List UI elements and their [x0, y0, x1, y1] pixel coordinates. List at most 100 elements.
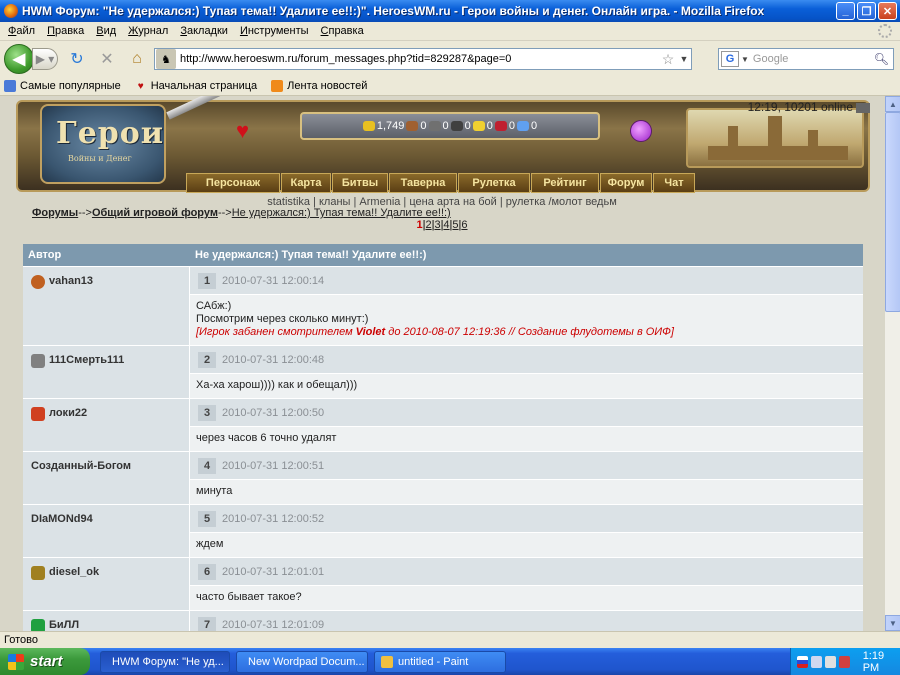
menu-tavern[interactable]: Таверна — [389, 173, 457, 193]
menu-file[interactable]: Файл — [2, 25, 41, 37]
search-engine-dropdown-icon[interactable]: ▼ — [741, 55, 749, 64]
rss-icon — [271, 80, 284, 92]
start-button[interactable]: start — [0, 648, 90, 675]
search-box[interactable]: G ▼ Google 🔍︎ — [718, 48, 894, 70]
post-date: 2010-07-31 12:00:51 — [222, 459, 325, 472]
windows-taskbar: start HWM Форум: "Не уд... New Wordpad D… — [0, 648, 900, 675]
taskbar-item-firefox[interactable]: HWM Форум: "Не уд... — [100, 650, 230, 673]
author-name[interactable]: DIaMONd94 — [31, 513, 93, 525]
volume-icon[interactable] — [824, 655, 836, 668]
post-date: 2010-07-31 12:01:01 — [222, 565, 325, 578]
post-number[interactable]: 4 — [198, 457, 216, 474]
bookmark-news-feed[interactable]: Лента новостей — [271, 80, 367, 92]
menu-edit[interactable]: Правка — [41, 25, 90, 37]
breadcrumb-general-forum[interactable]: Общий игровой форум — [92, 207, 218, 219]
post-text: минута — [196, 485, 233, 497]
forward-button[interactable]: ▶ ▾ — [32, 48, 58, 70]
taskbar-item-paint[interactable]: untitled - Paint — [374, 650, 506, 673]
network-icon[interactable] — [810, 655, 822, 668]
scroll-down-button[interactable]: ▼ — [885, 615, 900, 631]
menu-bookmarks[interactable]: Закладки — [174, 25, 234, 37]
post-number[interactable]: 3 — [198, 404, 216, 421]
post-number[interactable]: 6 — [198, 563, 216, 580]
online-count: 12:19, 10201 online — [747, 100, 853, 114]
page-link[interactable]: 3 — [434, 219, 440, 231]
menu-roulette[interactable]: Рулетка — [458, 173, 530, 193]
post-body: Ха-ха харош)))) как и обещал))) — [190, 374, 863, 398]
menu-rating[interactable]: Рейтинг — [531, 173, 599, 193]
menu-character[interactable]: Персонаж — [186, 173, 280, 193]
clan-icon — [31, 354, 45, 368]
language-flag-icon[interactable] — [797, 655, 808, 668]
address-bar[interactable]: ♞ http://www.heroeswm.ru/forum_messages.… — [154, 48, 692, 70]
clan-icon — [31, 566, 45, 580]
url-dropdown-icon[interactable]: ▼ — [677, 54, 691, 64]
breadcrumb-forums[interactable]: Форумы — [32, 207, 78, 219]
post-number[interactable]: 5 — [198, 510, 216, 527]
menu-forum[interactable]: Форум — [600, 173, 652, 193]
post-date: 2010-07-31 12:00:14 — [222, 274, 325, 287]
post-header: 4 2010-07-31 12:00:51 — [190, 452, 863, 480]
column-author: Автор — [28, 249, 62, 261]
menu-chat[interactable]: Чат — [653, 173, 695, 193]
firefox-icon — [4, 4, 18, 18]
task-label: untitled - Paint — [398, 655, 469, 668]
post-author: БиЛЛ — [23, 611, 190, 631]
menu-view[interactable]: Вид — [90, 25, 122, 37]
author-name[interactable]: 111Смерть111 — [49, 354, 124, 366]
scroll-up-button[interactable]: ▲ — [885, 96, 900, 112]
home-icon[interactable]: ⌂ — [126, 48, 148, 70]
post-number[interactable]: 2 — [198, 351, 216, 368]
menu-history[interactable]: Журнал — [122, 25, 174, 37]
clan-icon — [31, 275, 45, 289]
maximize-button[interactable]: ❐ — [857, 2, 876, 20]
minimize-button[interactable]: _ — [836, 2, 855, 20]
bookmarks-toolbar: Самые популярные ♥ Начальная страница Ле… — [0, 77, 900, 96]
page-link[interactable]: 2 — [425, 219, 431, 231]
post-text: через часов 6 точно удалят — [196, 432, 337, 444]
post-header: 7 2010-07-31 12:01:09 — [190, 611, 863, 631]
breadcrumb-topic[interactable]: Не удержался:) Тупая тема!! Удалите ее!!… — [232, 207, 451, 219]
author-name[interactable]: БиЛЛ — [49, 619, 79, 631]
breadcrumb: Форумы-->Общий игровой форум-->Не удержа… — [32, 207, 451, 219]
stop-icon[interactable]: ✕ — [96, 48, 118, 70]
security-icon[interactable] — [838, 655, 850, 668]
page-link[interactable]: 4 — [443, 219, 449, 231]
menu-tools[interactable]: Инструменты — [234, 25, 315, 37]
bookmark-most-visited[interactable]: Самые популярные — [4, 80, 121, 92]
reload-icon[interactable]: ↻ — [66, 48, 88, 70]
status-bar: Готово — [0, 631, 900, 648]
resource-sulfur: 0 — [486, 120, 493, 132]
game-logo[interactable]: Герои Войны и Денег — [40, 104, 166, 184]
resource-wood: 0 — [420, 120, 427, 132]
menu-map[interactable]: Карта — [281, 173, 331, 193]
bookmark-label: Лента новостей — [287, 80, 368, 92]
resource-mercury: 0 — [464, 120, 471, 132]
taskbar-item-wordpad[interactable]: New Wordpad Docum... — [236, 650, 368, 673]
bookmark-start-page[interactable]: ♥ Начальная страница — [135, 80, 257, 92]
windows-logo-icon — [8, 653, 24, 670]
search-icon[interactable]: 🔍︎ — [874, 52, 889, 66]
menu-help[interactable]: Справка — [315, 25, 370, 37]
page-link[interactable]: 5 — [452, 219, 458, 231]
post-author: локи22 — [23, 399, 190, 451]
page-link[interactable]: 6 — [461, 219, 467, 231]
search-input[interactable]: Google — [753, 53, 788, 65]
close-button[interactable]: ✕ — [878, 2, 897, 20]
author-name[interactable]: diesel_ok — [49, 566, 99, 578]
author-name[interactable]: Созданный-Богом — [31, 460, 131, 472]
moderator-name[interactable]: Violet — [356, 326, 386, 338]
online-icon[interactable] — [856, 102, 870, 113]
author-name[interactable]: локи22 — [49, 407, 87, 419]
back-button[interactable]: ◀ — [4, 44, 34, 74]
menu-battles[interactable]: Битвы — [332, 173, 388, 193]
bookmark-star-icon[interactable]: ☆ — [659, 51, 677, 68]
gems-icon — [517, 121, 530, 131]
google-icon[interactable]: G — [721, 51, 739, 67]
post-number[interactable]: 1 — [198, 272, 216, 289]
author-name[interactable]: vahan13 — [49, 275, 93, 287]
url-text[interactable]: http://www.heroeswm.ru/forum_messages.ph… — [180, 53, 659, 65]
post-number[interactable]: 7 — [198, 616, 216, 631]
scroll-thumb[interactable] — [885, 112, 900, 312]
vertical-scrollbar[interactable]: ▲ ▼ — [884, 96, 900, 631]
